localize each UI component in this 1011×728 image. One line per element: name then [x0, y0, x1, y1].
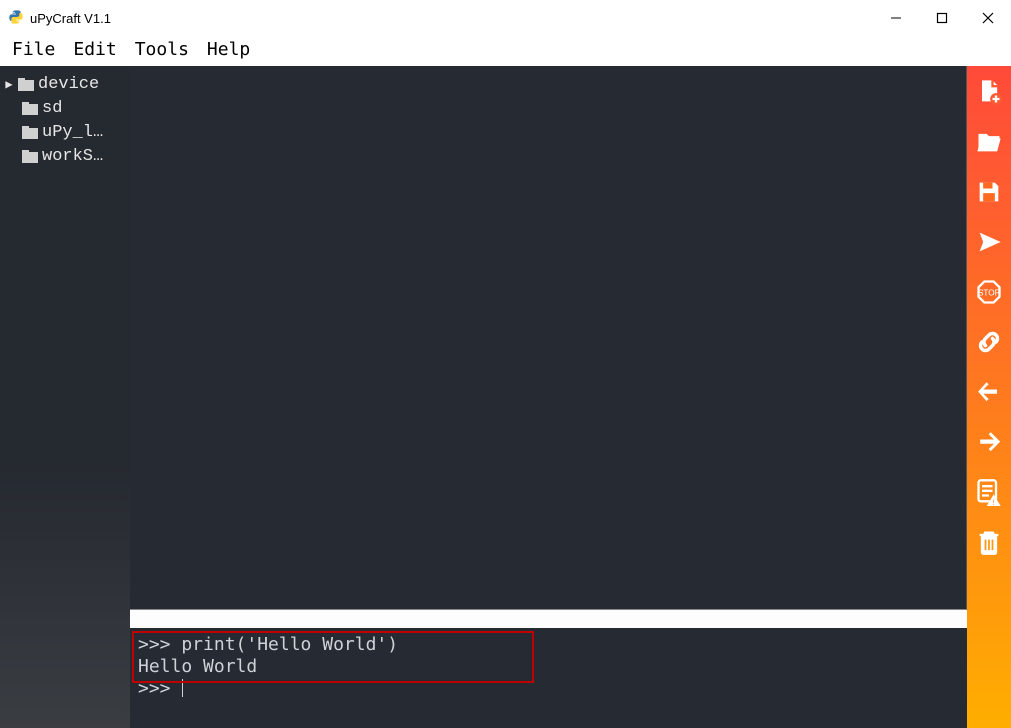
save-file-button[interactable] — [971, 176, 1007, 208]
stop-button[interactable]: STOP — [971, 276, 1007, 308]
tree-label: sd — [42, 99, 62, 118]
code-editor[interactable] — [130, 66, 967, 610]
svg-text:!: ! — [991, 499, 996, 506]
redo-button[interactable] — [971, 426, 1007, 458]
window-title: uPyCraft V1.1 — [30, 11, 111, 26]
folder-icon — [22, 102, 38, 115]
connect-icon — [975, 328, 1003, 356]
workspace: ▶ device sd uPy_l… workS… — [0, 66, 1011, 728]
tree-item-workspace[interactable]: workS… — [4, 144, 126, 168]
terminal-prompt: >>> — [134, 678, 965, 700]
download-run-button[interactable] — [971, 226, 1007, 258]
undo-icon — [975, 378, 1003, 406]
menu-help[interactable]: Help — [207, 39, 250, 60]
new-file-button[interactable] — [971, 76, 1007, 108]
download-run-icon — [975, 228, 1003, 256]
center-pane: >>> print('Hello World') Hello World >>> — [130, 66, 967, 728]
right-toolbar: STOP ! — [967, 66, 1011, 728]
syntax-check-icon: ! — [975, 478, 1003, 506]
folder-icon — [18, 78, 34, 91]
terminal[interactable]: >>> print('Hello World') Hello World >>> — [130, 628, 967, 728]
maximize-button[interactable] — [919, 0, 965, 36]
open-file-icon — [975, 128, 1003, 156]
menubar: File Edit Tools Help — [0, 36, 1011, 66]
menu-file[interactable]: File — [12, 39, 55, 60]
open-file-button[interactable] — [971, 126, 1007, 158]
tree-label: uPy_l… — [42, 123, 103, 142]
syntax-check-button[interactable]: ! — [971, 476, 1007, 508]
terminal-line: Hello World — [134, 656, 965, 678]
app-logo-icon — [8, 9, 24, 28]
file-tree: ▶ device sd uPy_l… workS… — [0, 66, 130, 728]
tree-label: device — [38, 75, 99, 94]
titlebar-left: uPyCraft V1.1 — [8, 9, 111, 28]
close-button[interactable] — [965, 0, 1011, 36]
tree-label: workS… — [42, 147, 103, 166]
terminal-line: >>> print('Hello World') — [134, 634, 965, 656]
window-controls — [873, 0, 1011, 36]
folder-icon — [22, 150, 38, 163]
connect-button[interactable] — [971, 326, 1007, 358]
horizontal-splitter[interactable] — [130, 610, 967, 628]
save-file-icon — [975, 178, 1003, 206]
cursor-icon — [182, 679, 183, 697]
redo-icon — [975, 428, 1003, 456]
tree-item-sd[interactable]: sd — [4, 96, 126, 120]
new-file-icon — [975, 78, 1003, 106]
menu-tools[interactable]: Tools — [135, 39, 189, 60]
titlebar: uPyCraft V1.1 — [0, 0, 1011, 36]
stop-icon: STOP — [975, 278, 1003, 306]
undo-button[interactable] — [971, 376, 1007, 408]
menu-edit[interactable]: Edit — [73, 39, 116, 60]
clear-button[interactable] — [971, 526, 1007, 558]
clear-icon — [975, 528, 1003, 556]
tree-item-upylib[interactable]: uPy_l… — [4, 120, 126, 144]
minimize-button[interactable] — [873, 0, 919, 36]
tree-item-device[interactable]: ▶ device — [4, 72, 126, 96]
expand-arrow-icon[interactable]: ▶ — [4, 77, 14, 92]
svg-text:STOP: STOP — [978, 289, 1001, 298]
folder-icon — [22, 126, 38, 139]
